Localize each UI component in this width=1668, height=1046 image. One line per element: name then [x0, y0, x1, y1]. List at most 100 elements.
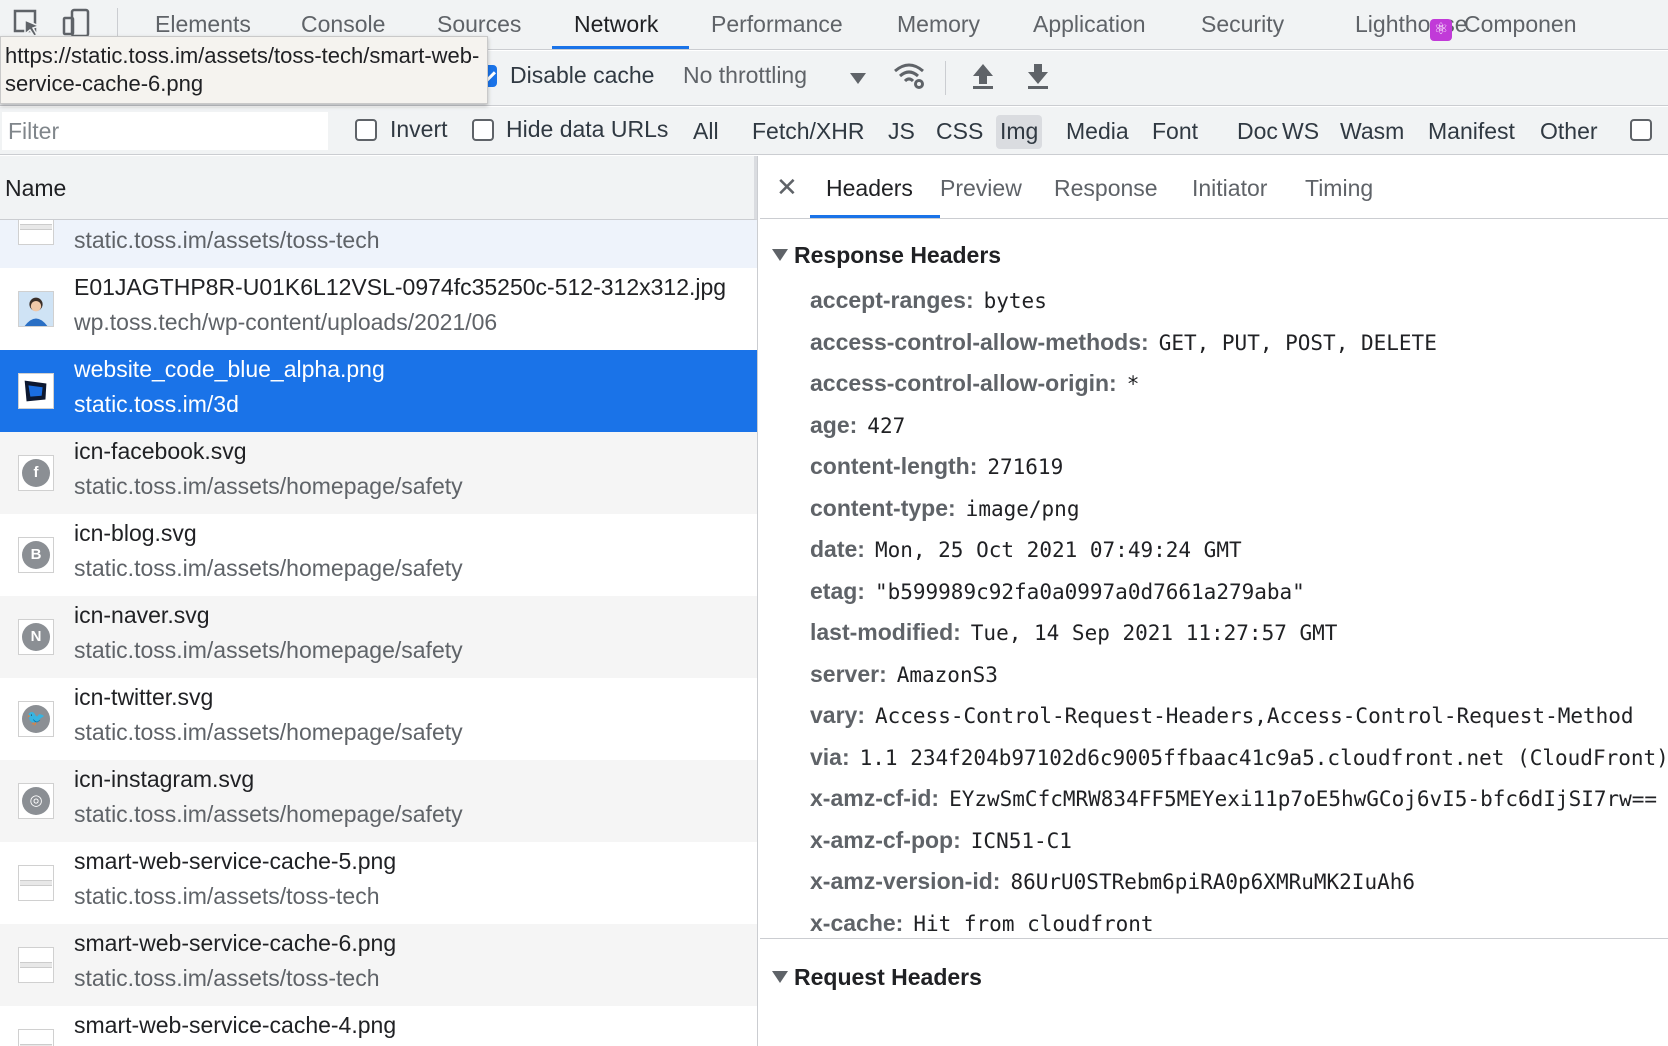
header-row[interactable]: x-amz-version-id: 86UrU0STRebm6piRA0p6XMR…: [810, 868, 1415, 895]
filter-type-css[interactable]: CSS: [932, 115, 987, 149]
header-row[interactable]: etag: "b599989c92fa0a0997a0d7661a279aba": [810, 578, 1305, 605]
header-row[interactable]: content-length: 271619: [810, 453, 1063, 480]
request-row[interactable]: website_code_blue_alpha.png static.toss.i…: [0, 350, 757, 432]
header-row[interactable]: access-control-allow-methods: GET, PUT, P…: [810, 329, 1437, 356]
filter-type-wasm[interactable]: Wasm: [1336, 115, 1408, 149]
filter-input[interactable]: [2, 112, 328, 150]
request-row[interactable]: E01JAGTHP8R-U01K6L12VSL-0974fc35250c-512…: [0, 268, 757, 350]
request-path: static.toss.im/assets/toss-tech: [74, 883, 380, 909]
request-row[interactable]: f icn-facebook.svg static.toss.im/assets/h…: [0, 432, 757, 514]
section-divider: [760, 938, 1668, 939]
details-tab-response[interactable]: Response: [1054, 156, 1158, 219]
filter-type-all[interactable]: All: [689, 115, 723, 149]
device-toolbar-icon[interactable]: [62, 8, 92, 38]
chevron-down-icon[interactable]: [850, 73, 866, 84]
header-value: image/png: [965, 496, 1080, 521]
header-row[interactable]: date: Mon, 25 Oct 2021 07:49:24 GMT: [810, 536, 1242, 563]
name-column-header[interactable]: Name: [0, 156, 757, 220]
import-har-icon[interactable]: [970, 61, 996, 91]
header-row[interactable]: vary: Access-Control-Request-Headers,Acce…: [810, 702, 1634, 729]
header-row[interactable]: via: 1.1 234f204b97102d6c9005ffbaac41c9a5…: [810, 744, 1668, 771]
header-key: vary:: [810, 702, 865, 728]
request-name: website_code_blue_alpha.png: [74, 356, 385, 382]
request-name: smart-web-service-cache-6.png: [74, 930, 397, 956]
tab-network[interactable]: Network: [574, 0, 658, 50]
details-tabs: ✕ Headers Preview Response Initiator Timing: [760, 156, 1668, 219]
request-row[interactable]: 🐦 icn-twitter.svg static.toss.im/assets/ho…: [0, 678, 757, 760]
triangle-down-icon: [772, 971, 788, 983]
filter-type-doc[interactable]: Doc: [1233, 115, 1282, 149]
filter-type-font[interactable]: Font: [1148, 115, 1202, 149]
react-icon: ⚛: [1430, 19, 1452, 41]
request-path: static.toss.im/assets/homepage/safety: [74, 555, 463, 581]
twitter-logo-icon: 🐦: [22, 705, 50, 733]
avatar-thumbnail-icon: [18, 291, 54, 327]
triangle-down-icon: [772, 249, 788, 261]
header-key: content-length:: [810, 453, 978, 479]
details-tab-headers[interactable]: Headers: [826, 156, 913, 219]
tab-performance[interactable]: Performance: [711, 0, 843, 50]
blocked-requests-checkbox[interactable]: [1630, 119, 1652, 141]
close-icon[interactable]: ✕: [776, 172, 802, 202]
header-key: x-amz-version-id:: [810, 868, 1001, 894]
facebook-thumbnail-icon: f: [18, 455, 54, 491]
banner-thumbnail-icon: [18, 947, 54, 983]
invert-label: Invert: [390, 116, 448, 142]
twitter-thumbnail-icon: 🐦: [18, 701, 54, 737]
request-path: static.toss.im/assets/toss-tech: [74, 965, 380, 991]
request-row[interactable]: smart-web-service-cache-6.png static.toss…: [0, 924, 757, 1006]
header-key: x-amz-cf-id:: [810, 785, 940, 811]
header-row[interactable]: last-modified: Tue, 14 Sep 2021 11:27:57 …: [810, 619, 1337, 646]
banner-strip: [20, 880, 52, 886]
header-key: etag:: [810, 577, 865, 604]
header-row[interactable]: x-amz-cf-pop: ICN51-C1: [810, 827, 1072, 854]
tab-application[interactable]: Application: [1033, 0, 1146, 50]
request-row[interactable]: smart-web-service-cache-5.png static.toss…: [0, 842, 757, 924]
request-row[interactable]: Nicn-naver.svg static.toss.im/assets/home…: [0, 596, 757, 678]
blog-logo-icon: B: [22, 541, 50, 569]
header-row[interactable]: age: 427: [810, 412, 905, 439]
request-row[interactable]: ◎ icn-instagram.svg static.toss.im/assets/…: [0, 760, 757, 842]
tab-components[interactable]: ⚛ Componen: [1430, 0, 1577, 50]
header-row[interactable]: content-type: image/png: [810, 495, 1079, 522]
header-key: date:: [810, 536, 865, 562]
request-headers-section[interactable]: Request Headers: [772, 964, 982, 991]
request-list: smart-web-service-cache-6.png static.toss…: [0, 156, 758, 1046]
filter-type-media[interactable]: Media: [1062, 115, 1133, 149]
details-tab-preview[interactable]: Preview: [940, 156, 1022, 219]
request-row[interactable]: smart-web-service-cache-4.pngstatic.toss…: [0, 1006, 757, 1046]
header-row[interactable]: access-control-allow-origin: *: [810, 370, 1139, 397]
invert-checkbox[interactable]: [355, 119, 377, 141]
banner-strip: [20, 224, 52, 230]
request-details-panel: ✕ Headers Preview Response Initiator Timing …: [760, 156, 1668, 1046]
tab-memory[interactable]: Memory: [897, 0, 980, 50]
throttling-select[interactable]: No throttling: [683, 62, 807, 89]
request-name: icn-twitter.svg: [74, 684, 214, 710]
hide-data-urls-checkbox[interactable]: [472, 119, 494, 141]
network-conditions-icon[interactable]: [892, 59, 928, 93]
response-headers-section[interactable]: Response Headers: [772, 242, 1001, 269]
request-path: static.toss.im/assets/homepage/safety: [74, 637, 463, 663]
export-har-icon[interactable]: [1025, 61, 1051, 91]
request-row[interactable]: Bicn-blog.svg static.toss.im/assets/homep…: [0, 514, 757, 596]
header-key: last-modified:: [810, 619, 961, 645]
details-tab-initiator[interactable]: Initiator: [1192, 156, 1267, 219]
filter-type-other[interactable]: Other: [1536, 115, 1602, 149]
header-row[interactable]: server: AmazonS3: [810, 661, 998, 688]
filter-bar: Invert Hide data URLs All Fetch/XHR JS CSS I…: [0, 107, 1668, 155]
tab-security[interactable]: Security: [1201, 0, 1284, 50]
naver-logo-icon: N: [22, 623, 50, 651]
filter-type-img[interactable]: Img: [996, 115, 1043, 149]
filter-type-manifest[interactable]: Manifest: [1424, 115, 1519, 149]
header-row[interactable]: accept-ranges: bytes: [810, 287, 1047, 314]
header-key: x-amz-cf-pop:: [810, 826, 961, 853]
banner-thumbnail-icon: [18, 1029, 54, 1046]
details-tab-timing[interactable]: Timing: [1305, 156, 1373, 219]
header-row[interactable]: x-cache: Hit from cloudfront: [810, 910, 1154, 937]
header-row[interactable]: x-amz-cf-id: EYzwSmCfcMRW834FF5MEYexi11p7…: [810, 785, 1657, 812]
filter-type-js[interactable]: JS: [884, 115, 919, 149]
filter-type-ws[interactable]: WS: [1278, 115, 1323, 149]
inspect-element-icon[interactable]: [12, 8, 42, 38]
request-name: icn-instagram.svg: [74, 766, 255, 792]
filter-type-fetchxhr[interactable]: Fetch/XHR: [748, 115, 868, 149]
